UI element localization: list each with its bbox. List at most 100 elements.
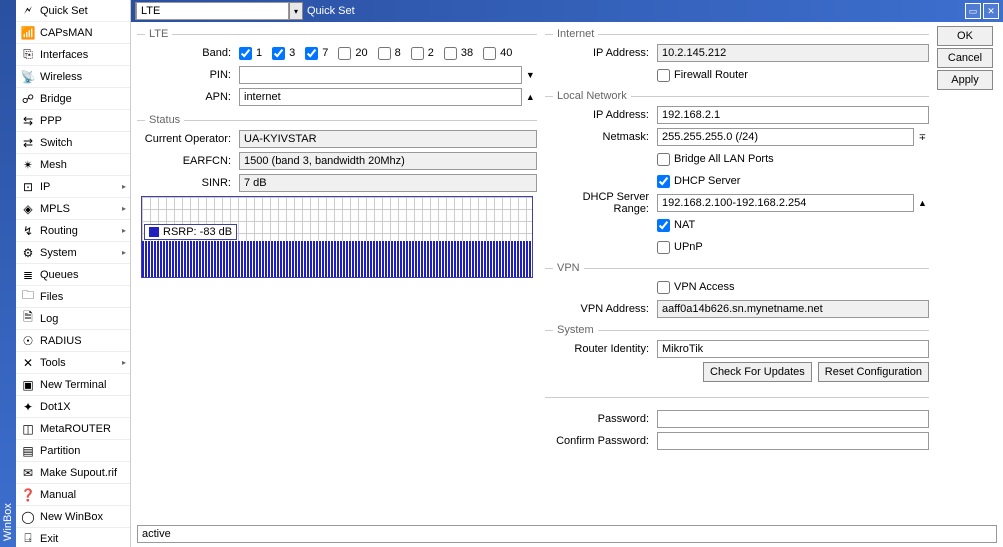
band-checkbox-7[interactable]: 7 [305,47,328,60]
sidebar-item-label: Quick Set [40,5,126,17]
sidebar-item-bridge[interactable]: ☍Bridge [16,88,130,110]
bridge-checkbox[interactable]: Bridge All LAN Ports [657,153,774,166]
sidebar-item-switch[interactable]: ⇄Switch [16,132,130,154]
apply-button[interactable]: Apply [937,70,993,90]
sidebar-item-label: Exit [40,533,126,545]
close-icon[interactable]: ✕ [983,3,999,19]
mode-selector[interactable]: ▾ [135,2,303,20]
netmask-input[interactable] [657,128,914,146]
mode-dropdown-button[interactable]: ▾ [289,3,302,19]
sidebar-item-partition[interactable]: ▤Partition [16,440,130,462]
sidebar-item-label: Bridge [40,93,126,105]
sidebar-item-label: RADIUS [40,335,126,347]
band-checkbox-1[interactable]: 1 [239,47,262,60]
sinr-value: 7 dB [239,174,537,192]
sidebar-item-label: Queues [40,269,126,281]
apn-label: APN: [137,91,237,103]
sidebar-item-label: New WinBox [40,511,126,523]
sidebar-item-system[interactable]: ⚙System▸ [16,242,130,264]
mode-value[interactable] [136,2,289,20]
band-checkboxes: 137 20 82 38 40 [239,47,537,60]
confirm-password-label: Confirm Password: [545,435,655,447]
menu-icon: ▤ [20,443,36,459]
sidebar-item-ip[interactable]: ⊡IP▸ [16,176,130,198]
submenu-arrow-icon: ▸ [122,204,126,213]
identity-label: Router Identity: [545,343,655,355]
group-status: Status Current Operator: UA-KYIVSTAR EAR… [137,112,537,282]
pin-input[interactable] [239,66,522,84]
sidebar-item-wireless[interactable]: 📡Wireless [16,66,130,88]
menu-icon: ⇆ [20,113,36,129]
menu-icon: 🗀 [20,289,36,305]
sidebar-item-mpls[interactable]: ◈MPLS▸ [16,198,130,220]
sinr-label: SINR: [137,177,237,189]
ok-button[interactable]: OK [937,26,993,46]
sidebar-item-make-supout-rif[interactable]: ✉Make Supout.rif [16,462,130,484]
password-input[interactable] [657,410,929,428]
sidebar-item-log[interactable]: 🗎Log [16,308,130,330]
menu-icon: ↯ [20,223,36,239]
cancel-button[interactable]: Cancel [937,48,993,68]
menu-icon: ✉ [20,465,36,481]
sidebar-item-label: Routing [40,225,118,237]
sidebar-item-quick-set[interactable]: 🗲Quick Set [16,0,130,22]
firewall-checkbox[interactable]: Firewall Router [657,69,748,82]
menu-icon: 📶 [20,25,36,41]
sidebar-item-exit[interactable]: ⍈Exit [16,528,130,547]
sidebar-item-dot1x[interactable]: ✦Dot1X [16,396,130,418]
menu-icon: ✦ [20,399,36,415]
band-checkbox-20[interactable]: 20 [338,47,367,60]
apn-collapse-icon[interactable]: ▲ [524,92,537,102]
sidebar-item-queues[interactable]: ≣ Queues [16,264,130,286]
pin-label: PIN: [137,69,237,81]
band-checkbox-2[interactable]: 2 [411,47,434,60]
sidebar-item-label: System [40,247,118,259]
band-checkbox-40[interactable]: 40 [483,47,512,60]
sidebar-item-new-terminal[interactable]: ▣New Terminal [16,374,130,396]
sidebar-item-radius[interactable]: ☉RADIUS [16,330,130,352]
vpn-access-checkbox[interactable]: VPN Access [657,281,735,294]
netmask-dropdown-icon[interactable]: ∓ [916,132,929,143]
sidebar-item-metarouter[interactable]: ◫MetaROUTER [16,418,130,440]
band-checkbox-8[interactable]: 8 [378,47,401,60]
menu-icon: ⎘ [20,47,36,63]
sidebar-item-label: PPP [40,115,126,127]
menu-icon: ⇄ [20,135,36,151]
sidebar-item-label: Log [40,313,126,325]
apn-input[interactable] [239,88,522,106]
sidebar-item-capsman[interactable]: 📶CAPsMAN [16,22,130,44]
band-checkbox-3[interactable]: 3 [272,47,295,60]
nat-checkbox[interactable]: NAT [657,219,695,232]
minimize-icon[interactable]: ▭ [965,3,981,19]
range-collapse-icon[interactable]: ▲ [916,198,929,208]
sidebar-item-new-winbox[interactable]: ◯New WinBox [16,506,130,528]
lan-ip-input[interactable] [657,106,929,124]
dhcp-checkbox[interactable]: DHCP Server [657,175,740,188]
submenu-arrow-icon: ▸ [122,248,126,257]
sidebar-item-tools[interactable]: ✕Tools▸ [16,352,130,374]
sidebar-item-manual[interactable]: ❓Manual [16,484,130,506]
confirm-password-input[interactable] [657,432,929,450]
sidebar-item-label: Mesh [40,159,126,171]
earfcn-label: EARFCN: [137,155,237,167]
menu-icon: 📡 [20,69,36,85]
sidebar-item-ppp[interactable]: ⇆ PPP [16,110,130,132]
sidebar-item-files[interactable]: 🗀 Files [16,286,130,308]
group-system-title: System [545,324,929,336]
sidebar-item-mesh[interactable]: ✴Mesh [16,154,130,176]
check-updates-button[interactable]: Check For Updates [703,362,812,382]
sidebar-item-label: Interfaces [40,49,126,61]
band-checkbox-38[interactable]: 38 [444,47,473,60]
reset-config-button[interactable]: Reset Configuration [818,362,929,382]
pin-expand-icon[interactable]: ▼ [524,70,537,80]
menu-icon: ≣ [20,267,36,283]
rsrp-color-swatch [149,227,159,237]
sidebar-item-routing[interactable]: ↯Routing▸ [16,220,130,242]
group-lte: LTE Band: 13720823840 PIN: ▼ APN: [137,26,537,110]
identity-input[interactable] [657,340,929,358]
menu-icon: ▣ [20,377,36,393]
upnp-checkbox[interactable]: UPnP [657,241,703,254]
sidebar-item-label: Files [40,291,126,303]
range-input[interactable] [657,194,914,212]
sidebar-item-interfaces[interactable]: ⎘ Interfaces [16,44,130,66]
